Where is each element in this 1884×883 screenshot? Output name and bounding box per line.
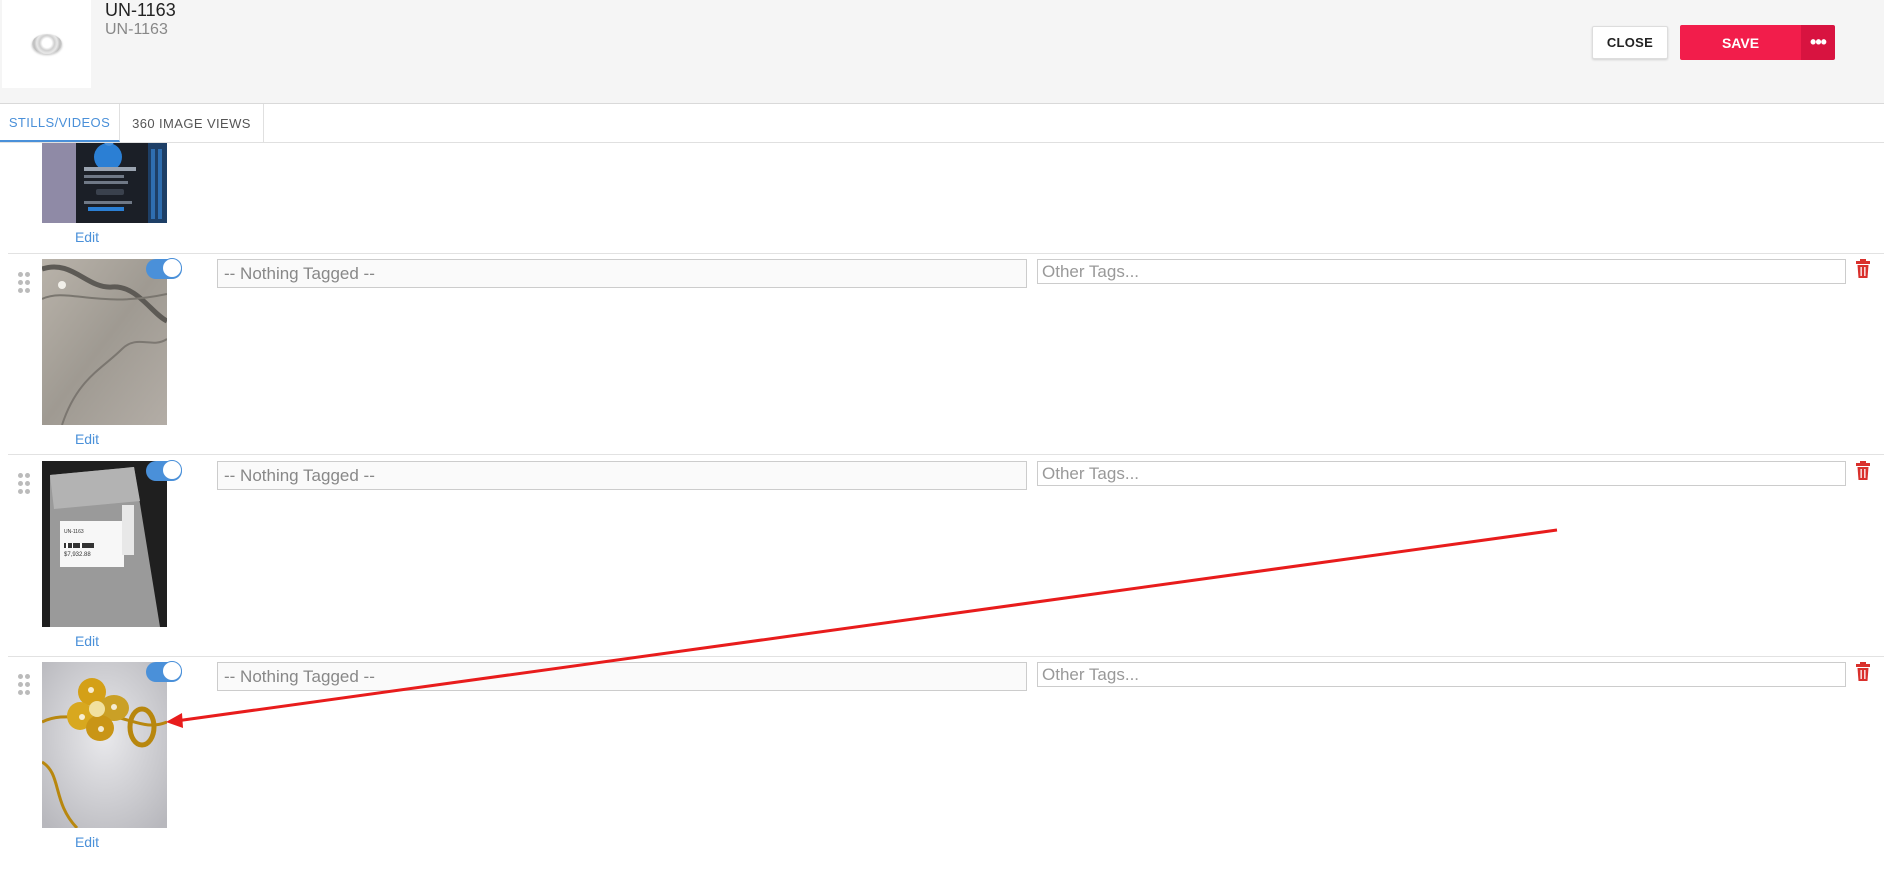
row-divider (8, 253, 1884, 254)
tag-selector[interactable]: -- Nothing Tagged -- (217, 461, 1027, 490)
row-divider (8, 656, 1884, 657)
media-thumbnail[interactable] (42, 143, 167, 223)
tab-360-image-views[interactable]: 360 IMAGE VIEWS (120, 104, 264, 142)
close-button[interactable]: CLOSE (1592, 26, 1668, 59)
tab-stills-videos[interactable]: STILLS/VIDEOS (0, 104, 120, 142)
tag-selector[interactable]: -- Nothing Tagged -- (217, 259, 1027, 288)
visibility-toggle[interactable] (146, 460, 182, 481)
svg-text:$7,932.88: $7,932.88 (64, 552, 91, 558)
product-thumbnail (2, 0, 91, 88)
edit-link[interactable]: Edit (42, 229, 132, 245)
ellipsis-icon: ••• (1810, 32, 1827, 52)
edit-link[interactable]: Edit (42, 431, 132, 447)
other-tags-input[interactable] (1037, 259, 1846, 284)
trash-icon[interactable] (1855, 662, 1871, 682)
edit-link[interactable]: Edit (42, 633, 132, 649)
drag-handle-icon[interactable] (18, 674, 30, 695)
more-options-button[interactable]: ••• (1801, 25, 1835, 60)
ring-icon (31, 34, 62, 54)
row-divider (8, 454, 1884, 455)
visibility-toggle[interactable] (146, 661, 182, 682)
record-subtitle: UN-1163 (105, 21, 168, 38)
other-tags-input[interactable] (1037, 662, 1846, 687)
drag-handle-icon[interactable] (18, 272, 30, 293)
tag-selector[interactable]: -- Nothing Tagged -- (217, 662, 1027, 691)
other-tags-input[interactable] (1037, 461, 1846, 486)
save-button[interactable]: SAVE (1680, 25, 1801, 60)
svg-text:UN-1163: UN-1163 (64, 529, 84, 535)
drag-handle-icon[interactable] (18, 473, 30, 494)
media-tabs: STILLS/VIDEOS 360 IMAGE VIEWS (0, 104, 1884, 143)
trash-icon[interactable] (1855, 461, 1871, 481)
media-thumbnail[interactable]: UN-1163 $7,932.88 (42, 461, 167, 627)
edit-link[interactable]: Edit (42, 834, 132, 850)
record-header: UN-1163 UN-1163 CLOSE SAVE ••• (0, 0, 1884, 104)
media-thumbnail[interactable] (42, 662, 167, 828)
visibility-toggle[interactable] (146, 258, 182, 279)
record-title: UN-1163 (105, 0, 176, 20)
trash-icon[interactable] (1855, 259, 1871, 279)
media-thumbnail[interactable] (42, 259, 167, 425)
